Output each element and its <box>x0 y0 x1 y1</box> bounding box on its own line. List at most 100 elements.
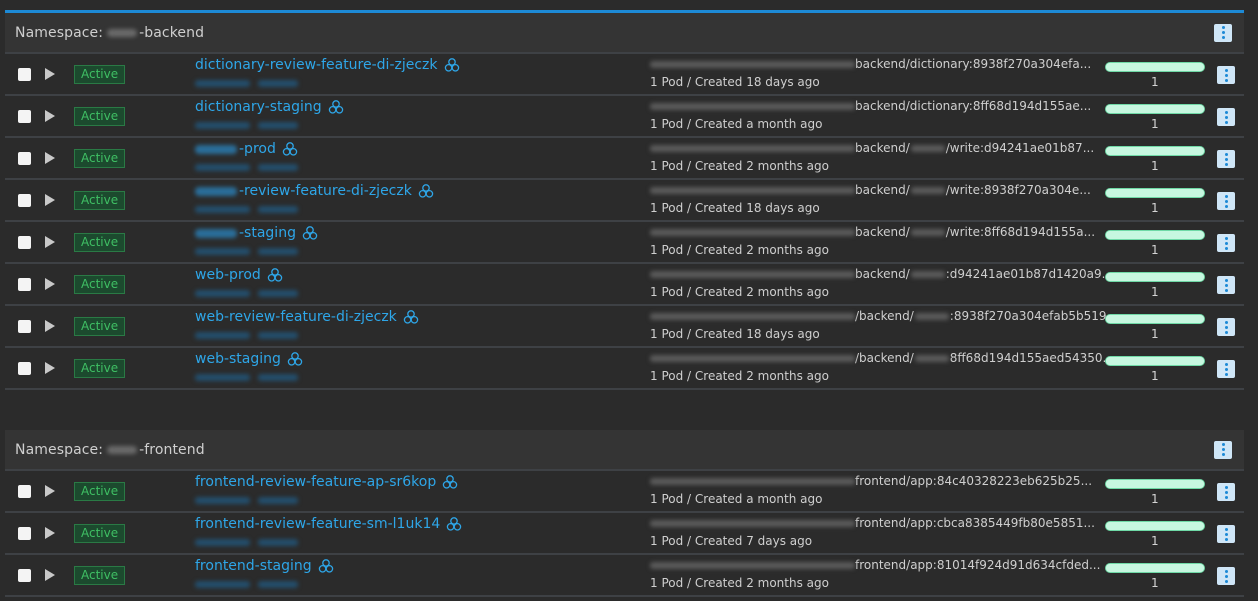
workload-name-line: web-prod <box>195 267 283 283</box>
container-image: backend/dictionary:8938f270a304efa... <box>650 57 1091 71</box>
workload-endpoints-redacted <box>195 80 298 87</box>
kebab-dot <box>1224 579 1228 583</box>
row-menu-button[interactable] <box>1217 66 1235 84</box>
namespace-menu-button[interactable] <box>1214 440 1232 459</box>
row-menu-button[interactable] <box>1217 234 1235 252</box>
row-checkbox[interactable] <box>18 362 31 375</box>
pod-ready-bar <box>1105 356 1205 366</box>
row-menu-button[interactable] <box>1217 108 1235 126</box>
row-menu-button[interactable] <box>1217 318 1235 336</box>
row-checkbox[interactable] <box>18 152 31 165</box>
workload-name-line: web-staging <box>195 351 303 367</box>
kebab-dot <box>1224 283 1228 287</box>
expand-row-icon[interactable] <box>45 194 55 206</box>
workload-row: Active dictionary-review-feature-di-zjec… <box>5 54 1244 96</box>
namespace-group: Namespace: -backend Active dictionary-rev… <box>5 10 1244 390</box>
expand-row-icon[interactable] <box>45 68 55 80</box>
expand-row-icon[interactable] <box>45 569 55 581</box>
kebab-dot <box>1221 26 1225 29</box>
workload-endpoints-redacted <box>195 581 298 588</box>
workload-name-link[interactable]: web-prod <box>195 267 261 283</box>
pod-ready-fill <box>1106 105 1204 113</box>
expand-row-icon[interactable] <box>45 320 55 332</box>
namespace-header: Namespace: -backend <box>5 13 1244 54</box>
workload-name-link[interactable]: web-review-feature-di-zjeczk <box>195 309 397 325</box>
image-mid-redacted <box>910 228 945 236</box>
namespace-header: Namespace: -frontend <box>5 430 1244 471</box>
row-menu-button[interactable] <box>1217 360 1235 378</box>
expand-row-icon[interactable] <box>45 362 55 374</box>
pod-ready-fill <box>1106 273 1204 281</box>
kebab-dot <box>1224 569 1228 573</box>
kebab-dot <box>1224 73 1228 77</box>
cluster-icon <box>328 100 343 114</box>
image-registry-redacted <box>650 270 855 278</box>
workload-name-line: -review-feature-di-zjeczk <box>195 183 434 199</box>
status-badge: Active <box>74 482 126 501</box>
pod-scale-count: 1 <box>1151 117 1159 131</box>
pod-ready-bar <box>1105 188 1205 198</box>
workload-row: Active -staging backend/ /write:8ff68d194… <box>5 222 1244 264</box>
row-menu-button[interactable] <box>1217 567 1235 585</box>
container-image: frontend/app:cbca8385449fb80e5851... <box>650 516 1095 530</box>
workload-name-link[interactable]: dictionary-review-feature-di-zjeczk <box>195 57 438 73</box>
expand-row-icon[interactable] <box>45 278 55 290</box>
container-image: frontend/app:84c40328223eb625b25... <box>650 474 1092 488</box>
expand-row-icon[interactable] <box>45 152 55 164</box>
workload-name-link[interactable]: frontend-review-feature-sm-l1uk14 <box>195 516 440 532</box>
status-badge: Active <box>74 524 126 543</box>
pod-scale-count: 1 <box>1151 534 1159 548</box>
name-prefix-redacted <box>195 186 237 196</box>
row-menu-button[interactable] <box>1217 276 1235 294</box>
row-menu-button[interactable] <box>1217 483 1235 501</box>
pod-ready-fill <box>1106 189 1204 197</box>
row-checkbox[interactable] <box>18 110 31 123</box>
pod-ready-bar <box>1105 230 1205 240</box>
kebab-dot <box>1224 246 1228 250</box>
expand-row-icon[interactable] <box>45 527 55 539</box>
row-checkbox[interactable] <box>18 278 31 291</box>
row-checkbox[interactable] <box>18 527 31 540</box>
image-head: backend/ <box>855 141 910 155</box>
kebab-dot <box>1224 199 1228 203</box>
row-checkbox[interactable] <box>18 236 31 249</box>
row-checkbox[interactable] <box>18 194 31 207</box>
pod-summary: 1 Pod / Created 2 months ago <box>650 159 829 173</box>
workload-name-link[interactable]: -prod <box>195 141 276 157</box>
workload-endpoints-redacted <box>195 164 298 171</box>
pod-scale-count: 1 <box>1151 576 1159 590</box>
workload-name-link[interactable]: -review-feature-di-zjeczk <box>195 183 412 199</box>
expand-row-icon[interactable] <box>45 236 55 248</box>
row-checkbox[interactable] <box>18 68 31 81</box>
kebab-dot <box>1224 162 1228 166</box>
namespace-menu-button[interactable] <box>1214 23 1232 42</box>
row-checkbox[interactable] <box>18 569 31 582</box>
workload-name-link[interactable]: web-staging <box>195 351 281 367</box>
row-menu-button[interactable] <box>1217 150 1235 168</box>
image-tail: 8ff68d194d155aed54350... <box>949 351 1114 365</box>
workload-name-line: dictionary-staging <box>195 99 344 115</box>
workload-name-link[interactable]: frontend-review-feature-ap-sr6kop <box>195 474 436 490</box>
pod-scale-count: 1 <box>1151 201 1159 215</box>
pod-scale-count: 1 <box>1151 327 1159 341</box>
image-registry-redacted <box>650 228 855 236</box>
pod-ready-bar <box>1105 521 1205 531</box>
workload-name-link[interactable]: -staging <box>195 225 296 241</box>
workload-name-line: -prod <box>195 141 298 157</box>
expand-row-icon[interactable] <box>45 485 55 497</box>
image-mid-redacted <box>914 312 949 320</box>
image-registry-redacted <box>650 186 855 194</box>
pod-ready-fill <box>1106 522 1204 530</box>
row-checkbox[interactable] <box>18 320 31 333</box>
row-menu-button[interactable] <box>1217 525 1235 543</box>
kebab-dot <box>1221 443 1225 446</box>
kebab-dot <box>1224 367 1228 371</box>
row-checkbox[interactable] <box>18 485 31 498</box>
kebab-dot <box>1224 115 1228 119</box>
workload-name-link[interactable]: frontend-staging <box>195 558 312 574</box>
workload-row: Active frontend-review-feature-ap-sr6kop… <box>5 471 1244 513</box>
image-tail: :d94241ae01b87d1420a9... <box>945 267 1114 281</box>
workload-name-link[interactable]: dictionary-staging <box>195 99 322 115</box>
row-menu-button[interactable] <box>1217 192 1235 210</box>
expand-row-icon[interactable] <box>45 110 55 122</box>
